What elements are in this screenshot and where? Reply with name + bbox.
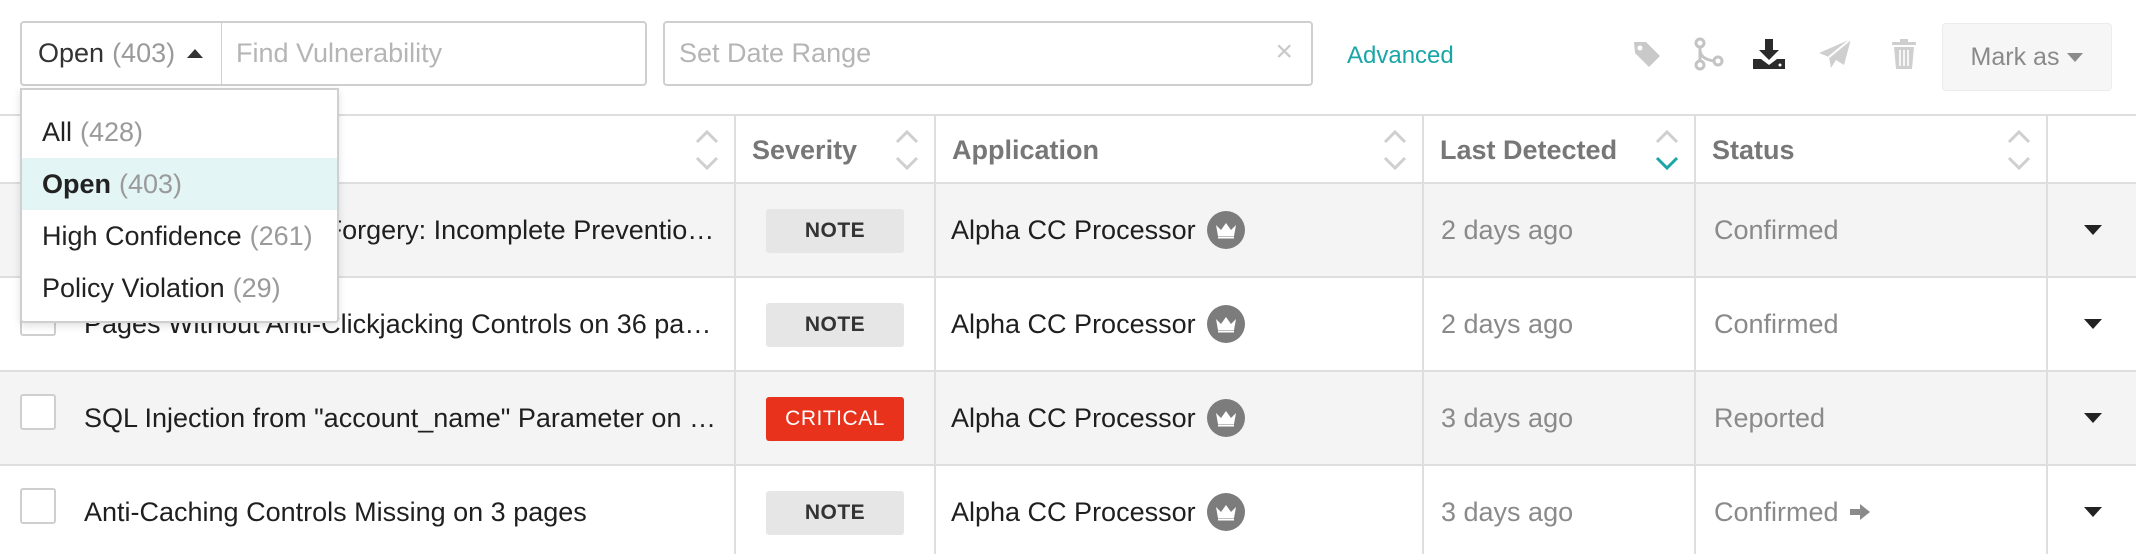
column-divider — [934, 278, 936, 370]
dropdown-item-count: (29) — [232, 272, 281, 303]
dropdown-item-policy-violation[interactable]: Policy Violation (29) — [22, 262, 337, 314]
send-icon[interactable] — [1817, 36, 1853, 72]
trash-icon[interactable] — [1886, 36, 1922, 72]
sort-icon[interactable] — [1382, 128, 1408, 172]
last-detected: 2 days ago — [1441, 214, 1574, 245]
mark-as-label: Mark as — [1970, 42, 2060, 71]
status-label: Confirmed — [1714, 214, 1839, 245]
status-label: Confirmed — [1714, 496, 1839, 527]
last-detected: 3 days ago — [1441, 496, 1574, 527]
filter-count: (403) — [112, 38, 176, 68]
column-divider — [1422, 184, 1424, 276]
dropdown-item-count: (261) — [249, 220, 313, 251]
last-detected: 3 days ago — [1441, 402, 1574, 433]
status-label: Confirmed — [1714, 308, 1839, 339]
dropdown-item-label: High Confidence — [42, 220, 242, 251]
sort-icon[interactable] — [894, 128, 920, 172]
column-header-severity[interactable]: Severity — [736, 116, 936, 184]
dropdown-item-all[interactable]: All (428) — [22, 106, 337, 158]
caret-up-icon — [187, 49, 204, 58]
table-row[interactable]: SQL Injection from "account_name" Parame… — [0, 372, 2136, 466]
status-text: Reported — [1714, 372, 1825, 464]
application-name[interactable]: Alpha CC Processor — [951, 184, 1196, 276]
dropdown-item-open[interactable]: Open (403) — [22, 158, 337, 210]
filter-label: Open — [38, 38, 105, 68]
column-divider — [2046, 466, 2048, 554]
dropdown-item-count: (428) — [80, 116, 144, 147]
column-header-status[interactable]: Status — [1696, 116, 2048, 184]
dropdown-item-count: (403) — [119, 168, 183, 199]
status-text: Confirmed — [1714, 466, 1871, 554]
column-divider — [734, 466, 736, 554]
column-divider — [1422, 278, 1424, 370]
fork-icon[interactable] — [1691, 36, 1727, 72]
column-divider — [734, 278, 736, 370]
row-expand-caret-icon[interactable] — [2084, 319, 2102, 329]
severity-badge: NOTE — [766, 491, 904, 535]
row-checkbox[interactable] — [20, 394, 56, 430]
caret-down-icon — [2067, 52, 2084, 62]
column-divider — [2046, 278, 2048, 370]
application-name[interactable]: Alpha CC Processor — [951, 466, 1196, 554]
date-range-placeholder: Set Date Range — [679, 38, 872, 68]
last-detected: 2 days ago — [1441, 308, 1574, 339]
clear-date-icon[interactable]: × — [1275, 37, 1293, 67]
column-header-label: Last Detected — [1440, 134, 1618, 165]
dropdown-item-label: Open — [42, 168, 112, 199]
dropdown-item-high-confidence[interactable]: High Confidence (261) — [22, 210, 337, 262]
mark-as-button[interactable]: Mark as — [1942, 23, 2112, 91]
status-filter-select[interactable]: Open (403) — [20, 21, 223, 86]
application-name[interactable]: Alpha CC Processor — [951, 372, 1196, 464]
advanced-search-link[interactable]: Advanced — [1347, 42, 1454, 70]
column-header-label: Severity — [752, 134, 858, 165]
dropdown-item-label: All — [42, 116, 73, 147]
application-name[interactable]: Alpha CC Processor — [951, 278, 1196, 370]
row-expand-caret-icon[interactable] — [2084, 413, 2102, 423]
column-divider — [1694, 184, 1696, 276]
severity-badge: NOTE — [766, 303, 904, 347]
column-header-application[interactable]: Application — [936, 116, 1424, 184]
crown-icon — [1207, 305, 1245, 343]
find-vulnerability-input[interactable] — [221, 21, 647, 86]
column-header-label: Status — [1712, 134, 1795, 165]
date-range-input[interactable]: Set Date Range × — [663, 21, 1313, 86]
sort-desc-icon[interactable] — [1654, 128, 1680, 172]
row-expand-caret-icon[interactable] — [2084, 507, 2102, 517]
column-header-last-detected[interactable]: Last Detected — [1424, 116, 1696, 184]
dropdown-item-label: Policy Violation — [42, 272, 225, 303]
severity-badge: CRITICAL — [766, 397, 904, 441]
status-text: Confirmed — [1714, 184, 1839, 276]
column-divider — [1422, 466, 1424, 554]
row-expand-caret-icon[interactable] — [2084, 225, 2102, 235]
column-header-label: Application — [952, 134, 1099, 165]
sort-icon[interactable] — [2006, 128, 2032, 172]
column-divider — [934, 372, 936, 464]
severity-badge: NOTE — [766, 209, 904, 253]
crown-icon — [1207, 399, 1245, 437]
column-divider — [734, 372, 736, 464]
column-divider — [2046, 184, 2048, 276]
status-text: Confirmed — [1714, 278, 1839, 370]
column-divider — [934, 184, 936, 276]
vulnerability-name[interactable]: Anti-Caching Controls Missing on 3 pages — [84, 466, 724, 554]
status-label: Reported — [1714, 402, 1826, 433]
column-divider — [1422, 372, 1424, 464]
vulnerability-name[interactable]: SQL Injection from "account_name" Parame… — [84, 372, 724, 464]
sort-icon[interactable] — [694, 128, 720, 172]
row-checkbox[interactable] — [20, 488, 56, 524]
status-filter-dropdown: All (428) Open (403) High Confidence (261) Pol… — [20, 88, 339, 323]
download-icon[interactable] — [1751, 36, 1787, 72]
column-divider — [1694, 372, 1696, 464]
tag-icon[interactable] — [1629, 36, 1665, 72]
column-divider — [734, 184, 736, 276]
arrow-right-icon — [1849, 504, 1870, 520]
table-row[interactable]: Anti-Caching Controls Missing on 3 pages… — [0, 466, 2136, 554]
crown-icon — [1207, 493, 1245, 531]
crown-icon — [1207, 211, 1245, 249]
column-divider — [1694, 466, 1696, 554]
column-divider — [934, 466, 936, 554]
column-divider — [2046, 372, 2048, 464]
column-divider — [1694, 278, 1696, 370]
